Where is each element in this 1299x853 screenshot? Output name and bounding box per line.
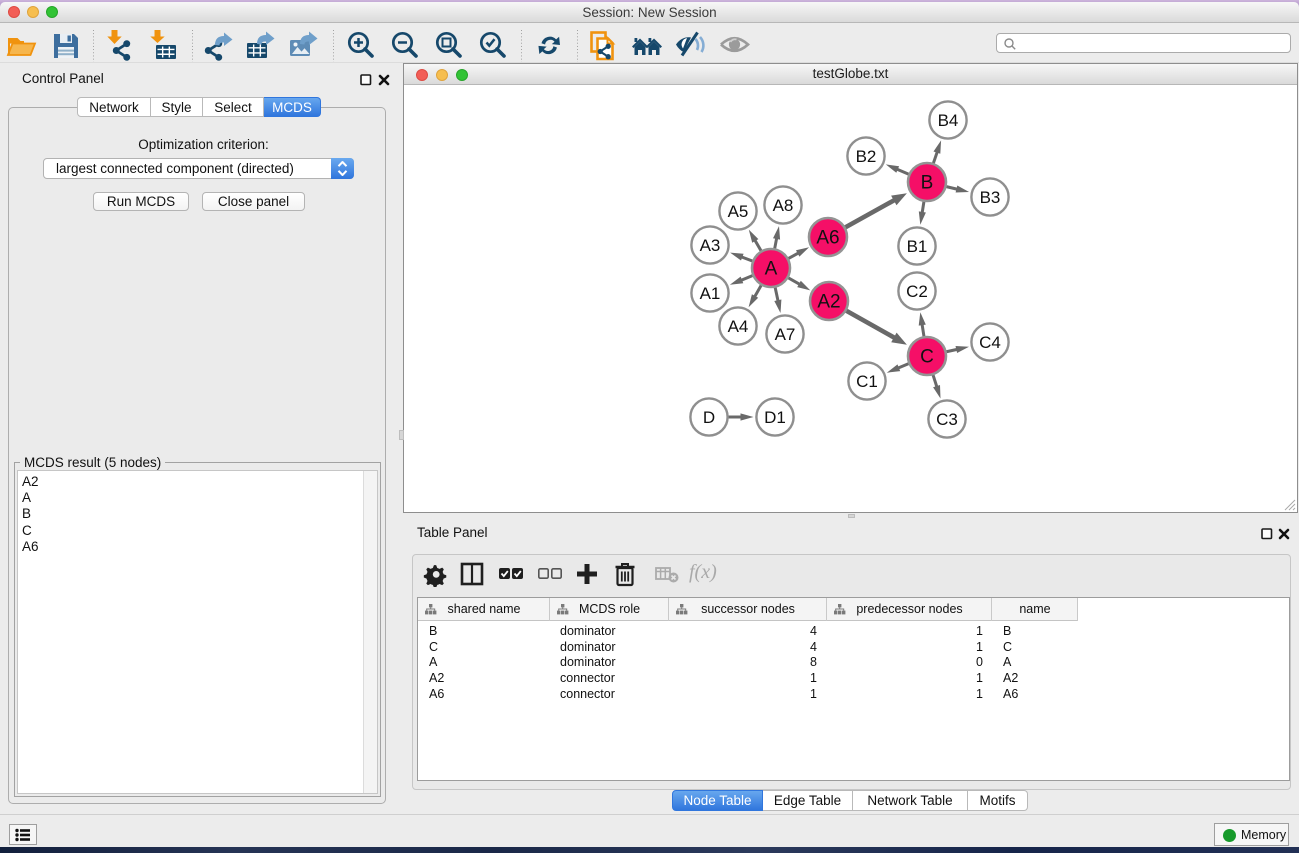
svg-text:A5: A5 (728, 202, 749, 221)
svg-text:A8: A8 (773, 196, 794, 215)
svg-text:C4: C4 (979, 333, 1001, 352)
svg-text:C3: C3 (936, 410, 958, 429)
svg-text:D1: D1 (764, 408, 786, 427)
svg-text:A1: A1 (700, 284, 721, 303)
svg-text:B1: B1 (907, 237, 928, 256)
svg-text:C: C (920, 347, 934, 368)
svg-text:A3: A3 (700, 236, 721, 255)
svg-text:C1: C1 (856, 372, 878, 391)
svg-text:B4: B4 (938, 111, 959, 130)
svg-text:B3: B3 (980, 188, 1001, 207)
svg-text:D: D (703, 408, 715, 427)
svg-text:B: B (921, 173, 934, 194)
svg-text:B2: B2 (856, 147, 877, 166)
svg-text:A: A (765, 259, 778, 280)
svg-text:C2: C2 (906, 282, 928, 301)
svg-text:A4: A4 (728, 317, 749, 336)
svg-text:A6: A6 (816, 228, 839, 249)
svg-text:A2: A2 (817, 292, 840, 313)
svg-text:A7: A7 (775, 325, 796, 344)
